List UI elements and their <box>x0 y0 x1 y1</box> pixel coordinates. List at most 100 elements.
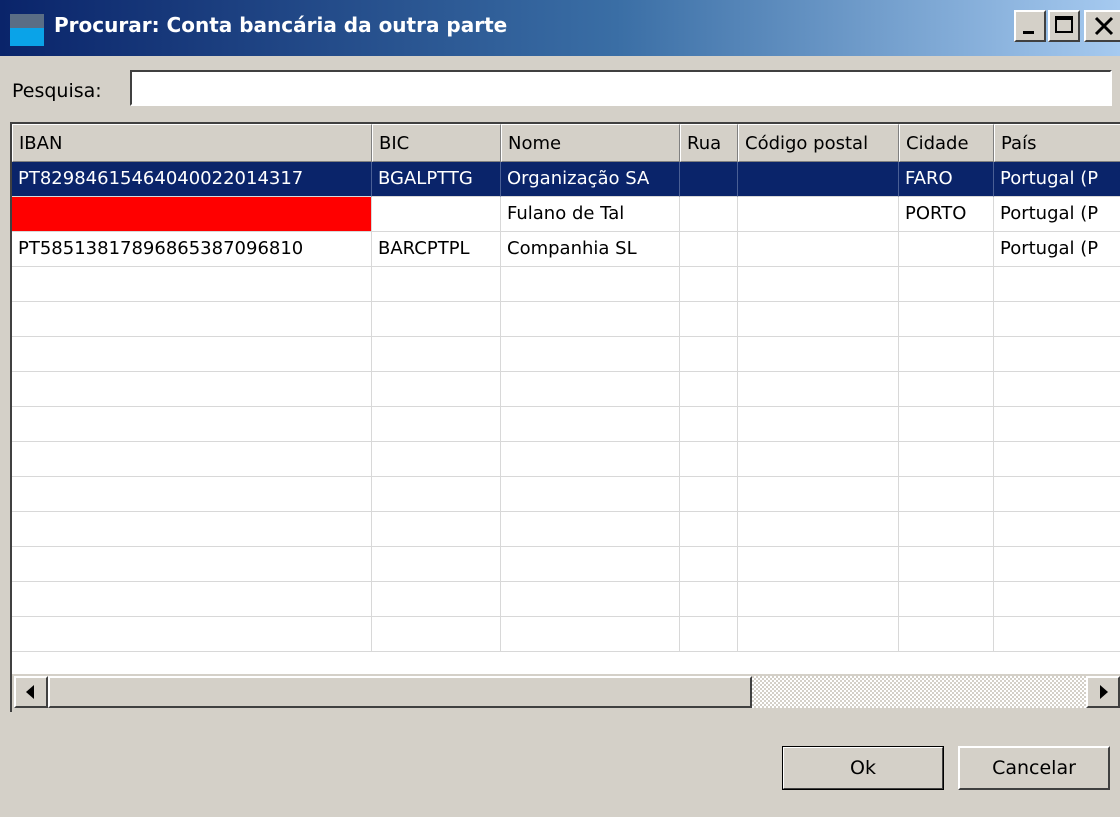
cell-cidade: FARO <box>899 162 994 197</box>
empty-cell <box>12 442 372 477</box>
empty-cell <box>994 337 1120 372</box>
empty-cell <box>680 407 738 442</box>
empty-table-row[interactable] <box>12 617 1120 652</box>
empty-table-row[interactable] <box>12 442 1120 477</box>
cell-bic: BARCPTPL <box>372 232 501 267</box>
cell-rua <box>680 197 738 232</box>
title-bar[interactable]: Procurar: Conta bancária da outra parte <box>0 0 1120 56</box>
empty-cell <box>899 302 994 337</box>
empty-table-row[interactable] <box>12 512 1120 547</box>
results-grid: IBAN BIC Nome Rua Código postal Cidade P… <box>10 122 1120 712</box>
cell-codigo-postal <box>738 232 899 267</box>
empty-cell <box>994 302 1120 337</box>
cell-pais: Portugal (P <box>994 162 1120 197</box>
empty-cell <box>680 442 738 477</box>
cell-bic: BGALPTTG <box>372 162 501 197</box>
cancel-button[interactable]: Cancelar <box>958 746 1110 790</box>
empty-cell <box>680 477 738 512</box>
empty-table-row[interactable] <box>12 267 1120 302</box>
empty-cell <box>12 547 372 582</box>
column-header-rua[interactable]: Rua <box>680 124 738 162</box>
column-header-pais[interactable]: País <box>994 124 1120 162</box>
maximize-icon <box>1055 16 1073 33</box>
app-window-icon <box>10 14 44 46</box>
empty-cell <box>738 407 899 442</box>
empty-cell <box>899 267 994 302</box>
cell-iban: PT58513817896865387096810 <box>12 232 372 267</box>
empty-table-row[interactable] <box>12 582 1120 617</box>
empty-cell <box>501 407 680 442</box>
empty-cell <box>899 582 994 617</box>
table-row[interactable]: Fulano de Tal PORTO Portugal (P <box>12 197 1120 232</box>
empty-cell <box>372 512 501 547</box>
empty-table-row[interactable] <box>12 407 1120 442</box>
column-header-cidade[interactable]: Cidade <box>899 124 994 162</box>
empty-cell <box>372 442 501 477</box>
cell-nome: Organização SA <box>501 162 680 197</box>
cell-iban: PT82984615464040022014317 <box>12 162 372 197</box>
empty-cell <box>12 617 372 652</box>
empty-table-row[interactable] <box>12 302 1120 337</box>
empty-cell <box>501 582 680 617</box>
cell-cidade: PORTO <box>899 197 994 232</box>
search-input[interactable] <box>130 70 1112 106</box>
empty-cell <box>680 372 738 407</box>
empty-table-row[interactable] <box>12 477 1120 512</box>
empty-cell <box>994 582 1120 617</box>
search-label: Pesquisa: <box>12 80 102 102</box>
empty-cell <box>899 617 994 652</box>
scrollbar-track[interactable] <box>752 676 1086 708</box>
empty-cell <box>738 302 899 337</box>
scroll-left-button[interactable] <box>14 676 48 708</box>
ok-button[interactable]: Ok <box>782 746 944 790</box>
table-row[interactable]: PT58513817896865387096810 BARCPTPL Compa… <box>12 232 1120 267</box>
empty-cell <box>501 267 680 302</box>
empty-cell <box>680 267 738 302</box>
column-header-bic[interactable]: BIC <box>372 124 501 162</box>
cell-bic <box>372 197 501 232</box>
empty-cell <box>738 477 899 512</box>
empty-cell <box>12 302 372 337</box>
window-title: Procurar: Conta bancária da outra parte <box>54 13 508 37</box>
empty-table-row[interactable] <box>12 547 1120 582</box>
empty-cell <box>738 372 899 407</box>
column-header-iban[interactable]: IBAN <box>12 124 372 162</box>
minimize-button[interactable] <box>1014 10 1046 42</box>
empty-cell <box>372 477 501 512</box>
empty-cell <box>680 617 738 652</box>
cell-codigo-postal <box>738 162 899 197</box>
empty-cell <box>738 547 899 582</box>
empty-cell <box>899 547 994 582</box>
empty-cell <box>680 512 738 547</box>
empty-cell <box>899 372 994 407</box>
cell-pais: Portugal (P <box>994 232 1120 267</box>
cell-nome: Fulano de Tal <box>501 197 680 232</box>
empty-cell <box>501 512 680 547</box>
table-row[interactable]: PT82984615464040022014317 BGALPTTG Organ… <box>12 162 1120 197</box>
cell-rua <box>680 162 738 197</box>
empty-cell <box>372 407 501 442</box>
scrollbar-thumb[interactable] <box>48 676 752 708</box>
cell-rua <box>680 232 738 267</box>
empty-cell <box>738 442 899 477</box>
empty-cell <box>680 582 738 617</box>
minimize-icon <box>1023 31 1034 34</box>
empty-cell <box>501 372 680 407</box>
maximize-button[interactable] <box>1048 10 1080 42</box>
cell-codigo-postal <box>738 197 899 232</box>
empty-table-row[interactable] <box>12 372 1120 407</box>
arrow-left-icon <box>26 685 34 699</box>
column-header-codigo-postal[interactable]: Código postal <box>738 124 899 162</box>
empty-cell <box>738 337 899 372</box>
column-header-nome[interactable]: Nome <box>501 124 680 162</box>
empty-table-row[interactable] <box>12 337 1120 372</box>
empty-cell <box>501 302 680 337</box>
horizontal-scrollbar[interactable] <box>10 674 1120 712</box>
close-button[interactable] <box>1084 10 1120 42</box>
empty-cell <box>12 372 372 407</box>
cell-iban-invalid <box>12 197 372 232</box>
empty-cell <box>680 547 738 582</box>
empty-cell <box>994 512 1120 547</box>
empty-cell <box>994 477 1120 512</box>
scroll-right-button[interactable] <box>1086 676 1120 708</box>
